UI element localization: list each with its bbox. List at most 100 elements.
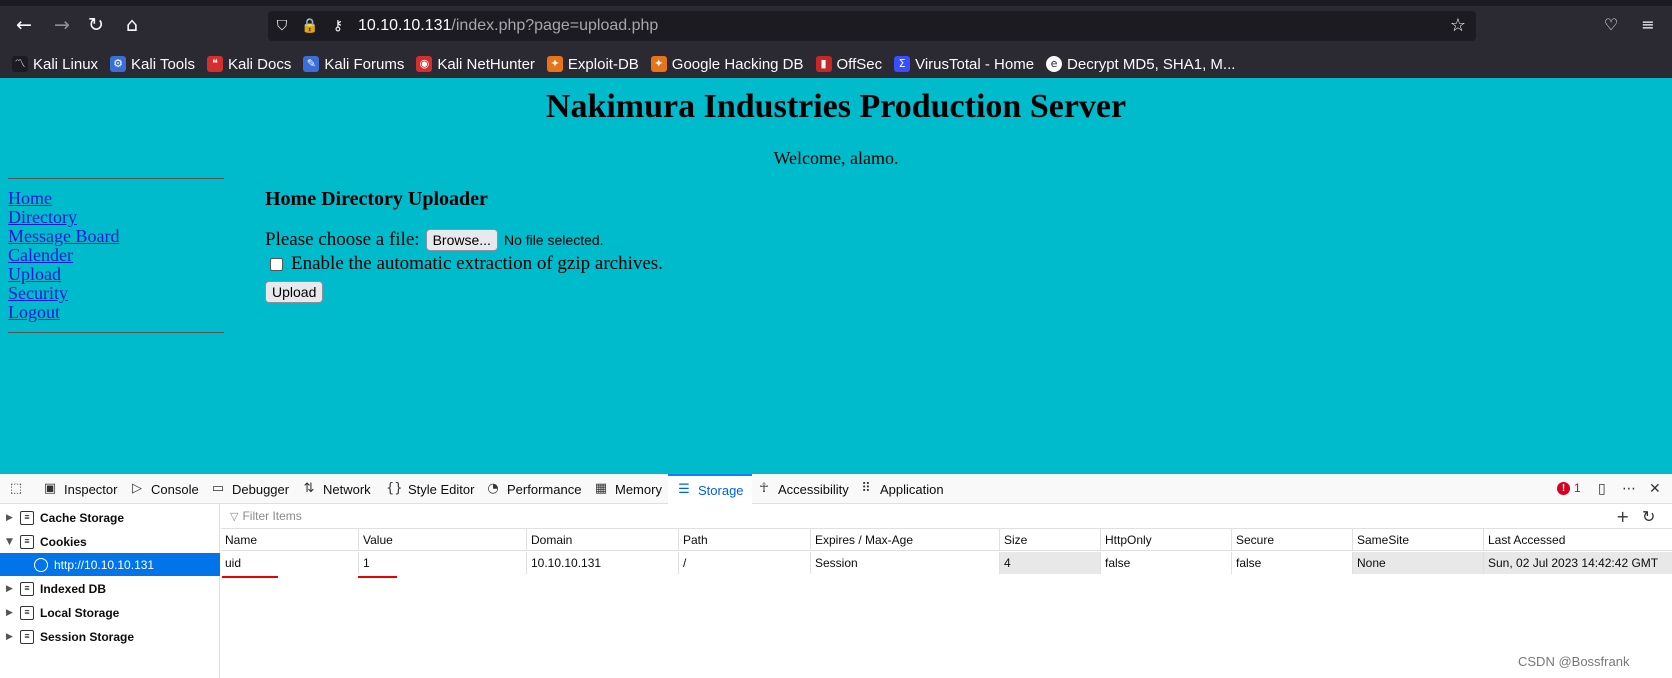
bookmark-kali-docs[interactable]: ❝ Kali Docs bbox=[206, 56, 291, 73]
bookmark-kali-tools[interactable]: ⚙ Kali Tools bbox=[110, 56, 195, 73]
url-host: 10.10.10.131 bbox=[358, 17, 452, 34]
add-item-icon[interactable]: + bbox=[1616, 507, 1629, 526]
tree-local-storage[interactable]: ▶ ≡ Local Storage bbox=[0, 601, 220, 624]
tree-cache-storage[interactable]: ▶ ≡ Cache Storage bbox=[0, 506, 220, 529]
shield-icon[interactable]: ⛉ bbox=[272, 16, 292, 36]
lock-warning-icon[interactable]: 🔒 bbox=[300, 16, 320, 36]
tab-memory[interactable]: ▦ Memory bbox=[593, 474, 662, 504]
tab-style-editor[interactable]: {} Style Editor bbox=[386, 474, 474, 504]
cookie-path-cell[interactable]: / bbox=[678, 552, 810, 574]
nav-link-logout[interactable]: Logout bbox=[8, 303, 224, 322]
bookmark-offsec[interactable]: ▮ OffSec bbox=[815, 56, 882, 73]
table-header: Name Value Domain Path Expires / Max-Age… bbox=[221, 529, 1672, 551]
tree-session-storage[interactable]: ▶ ≡ Session Storage bbox=[0, 625, 220, 648]
nav-link-calender[interactable]: Calender bbox=[8, 246, 224, 265]
menu-icon[interactable]: ≡ bbox=[1637, 14, 1659, 36]
cookie-value-cell[interactable]: 1 bbox=[358, 552, 526, 574]
bookmark-star-icon[interactable]: ☆ bbox=[1450, 15, 1466, 36]
tab-network[interactable]: ⇅ Network bbox=[301, 474, 371, 504]
tree-indexed-db[interactable]: ▶ ≡ Indexed DB bbox=[0, 577, 220, 600]
url-text[interactable]: 10.10.10.131/index.php?page=upload.php bbox=[358, 17, 658, 35]
tab-application[interactable]: ⠿ Application bbox=[858, 474, 943, 504]
error-count-badge[interactable]: ! 1 bbox=[1557, 481, 1581, 495]
cookie-secure-cell[interactable]: false bbox=[1231, 552, 1352, 574]
nav-link-message-board[interactable]: Message Board bbox=[8, 227, 224, 246]
forward-button[interactable]: → bbox=[50, 13, 74, 37]
table-row[interactable]: uid 1 10.10.10.131 / Session 4 false fal… bbox=[221, 552, 1672, 574]
cookie-last-accessed-cell[interactable]: Sun, 02 Jul 2023 14:42:42 GMT bbox=[1483, 552, 1672, 574]
virustotal-icon: Σ bbox=[894, 56, 911, 72]
cookie-size-cell[interactable]: 4 bbox=[999, 552, 1100, 574]
bookmark-exploit-db[interactable]: ✦ Exploit-DB bbox=[546, 56, 639, 73]
error-count: 1 bbox=[1574, 481, 1581, 495]
bookmark-label: Kali Forums bbox=[324, 55, 405, 73]
column-header-size[interactable]: Size bbox=[999, 529, 1100, 551]
column-header-httponly[interactable]: HttpOnly bbox=[1100, 529, 1231, 551]
tab-accessibility[interactable]: ☥ Accessibility bbox=[756, 474, 849, 504]
tab-inspector[interactable]: ▣ Inspector bbox=[42, 474, 118, 504]
bookmark-kali-nethunter[interactable]: ◉ Kali NetHunter bbox=[416, 56, 535, 73]
nethunter-icon: ◉ bbox=[416, 56, 433, 72]
tab-label: Debugger bbox=[232, 481, 290, 497]
column-header-value[interactable]: Value bbox=[358, 529, 526, 551]
column-header-name[interactable]: Name bbox=[221, 529, 358, 551]
column-header-secure[interactable]: Secure bbox=[1231, 529, 1352, 551]
nav-link-security[interactable]: Security bbox=[8, 284, 224, 303]
nav-link-home[interactable]: Home bbox=[8, 189, 224, 208]
column-header-samesite[interactable]: SameSite bbox=[1352, 529, 1483, 551]
cookie-expires-cell[interactable]: Session bbox=[810, 552, 999, 574]
devtools-tabbar: ⬚ ▣ Inspector ▷ Console ▭ Debugger ⇅ Network… bbox=[0, 474, 1672, 504]
tab-label: Network bbox=[323, 481, 371, 497]
decrypt-icon: e bbox=[1046, 56, 1063, 72]
cookie-httponly-cell[interactable]: false bbox=[1100, 552, 1231, 574]
bookmark-kali-linux[interactable]: 〽 Kali Linux bbox=[12, 56, 98, 73]
tab-storage[interactable]: ☰ Storage bbox=[668, 474, 752, 504]
column-header-path[interactable]: Path bbox=[678, 529, 810, 551]
pocket-icon[interactable]: ♡ bbox=[1600, 14, 1622, 36]
inspector-icon: ▣ bbox=[43, 481, 57, 496]
cookie-domain-cell[interactable]: 10.10.10.131 bbox=[526, 552, 678, 574]
storage-db-icon: ≡ bbox=[20, 510, 34, 525]
url-bar[interactable]: ⛉ 🔒 ⚷ 10.10.10.131/index.php?page=upload… bbox=[268, 11, 1476, 41]
column-header-expires[interactable]: Expires / Max-Age bbox=[810, 529, 999, 551]
reload-button[interactable]: ↻ bbox=[84, 13, 108, 37]
tree-cookie-host[interactable]: http://10.10.10.131 bbox=[0, 553, 220, 576]
element-picker-icon: ⬚ bbox=[9, 481, 23, 496]
home-button[interactable]: ⌂ bbox=[120, 13, 144, 37]
bookmark-google-hacking-db[interactable]: ✦ Google Hacking DB bbox=[650, 56, 804, 73]
tree-label: Indexed DB bbox=[40, 581, 107, 596]
more-options-icon[interactable]: ⋯ bbox=[1622, 481, 1636, 497]
collapse-arrow-icon: ▼ bbox=[6, 536, 13, 547]
expand-arrow-icon: ▶ bbox=[6, 607, 13, 618]
back-button[interactable]: ← bbox=[12, 13, 36, 37]
tab-console[interactable]: ▷ Console bbox=[129, 474, 199, 504]
element-picker-button[interactable]: ⬚ bbox=[8, 474, 30, 504]
bookmark-decrypt[interactable]: e Decrypt MD5, SHA1, M... bbox=[1046, 56, 1235, 73]
bookmark-kali-forums[interactable]: ✎ Kali Forums bbox=[303, 56, 404, 73]
storage-db-icon: ≡ bbox=[20, 534, 34, 549]
refresh-items-icon[interactable]: ↻ bbox=[1642, 507, 1655, 526]
gzip-extraction-checkbox[interactable] bbox=[270, 257, 283, 271]
browse-button[interactable]: Browse... bbox=[425, 229, 498, 251]
cookie-samesite-cell[interactable]: None bbox=[1352, 552, 1483, 574]
nav-link-upload[interactable]: Upload bbox=[8, 265, 224, 284]
upload-button[interactable]: Upload bbox=[265, 281, 324, 303]
column-header-domain[interactable]: Domain bbox=[526, 529, 678, 551]
no-file-selected-text: No file selected. bbox=[503, 232, 604, 248]
tab-performance[interactable]: ◔ Performance bbox=[485, 474, 581, 504]
tab-debugger[interactable]: ▭ Debugger bbox=[210, 474, 289, 504]
expand-arrow-icon: ▶ bbox=[6, 583, 13, 594]
tree-label: Session Storage bbox=[40, 629, 135, 644]
nav-link-directory[interactable]: Directory bbox=[8, 208, 224, 227]
cookie-name-cell[interactable]: uid bbox=[221, 552, 358, 574]
close-devtools-icon[interactable]: ✕ bbox=[1649, 481, 1661, 497]
tree-cookies[interactable]: ▼ ≡ Cookies bbox=[0, 530, 220, 553]
column-header-last-accessed[interactable]: Last Accessed bbox=[1483, 529, 1672, 551]
uploader-heading: Home Directory Uploader bbox=[265, 188, 488, 210]
bookmark-virustotal[interactable]: Σ VirusTotal - Home bbox=[894, 56, 1034, 73]
key-icon[interactable]: ⚷ bbox=[328, 16, 348, 36]
dock-side-icon[interactable]: ▯ bbox=[1598, 481, 1606, 497]
style-editor-icon: {} bbox=[386, 481, 403, 496]
filter-items-input[interactable]: Filter Items bbox=[242, 509, 301, 523]
kali-tools-icon: ⚙ bbox=[110, 56, 127, 72]
